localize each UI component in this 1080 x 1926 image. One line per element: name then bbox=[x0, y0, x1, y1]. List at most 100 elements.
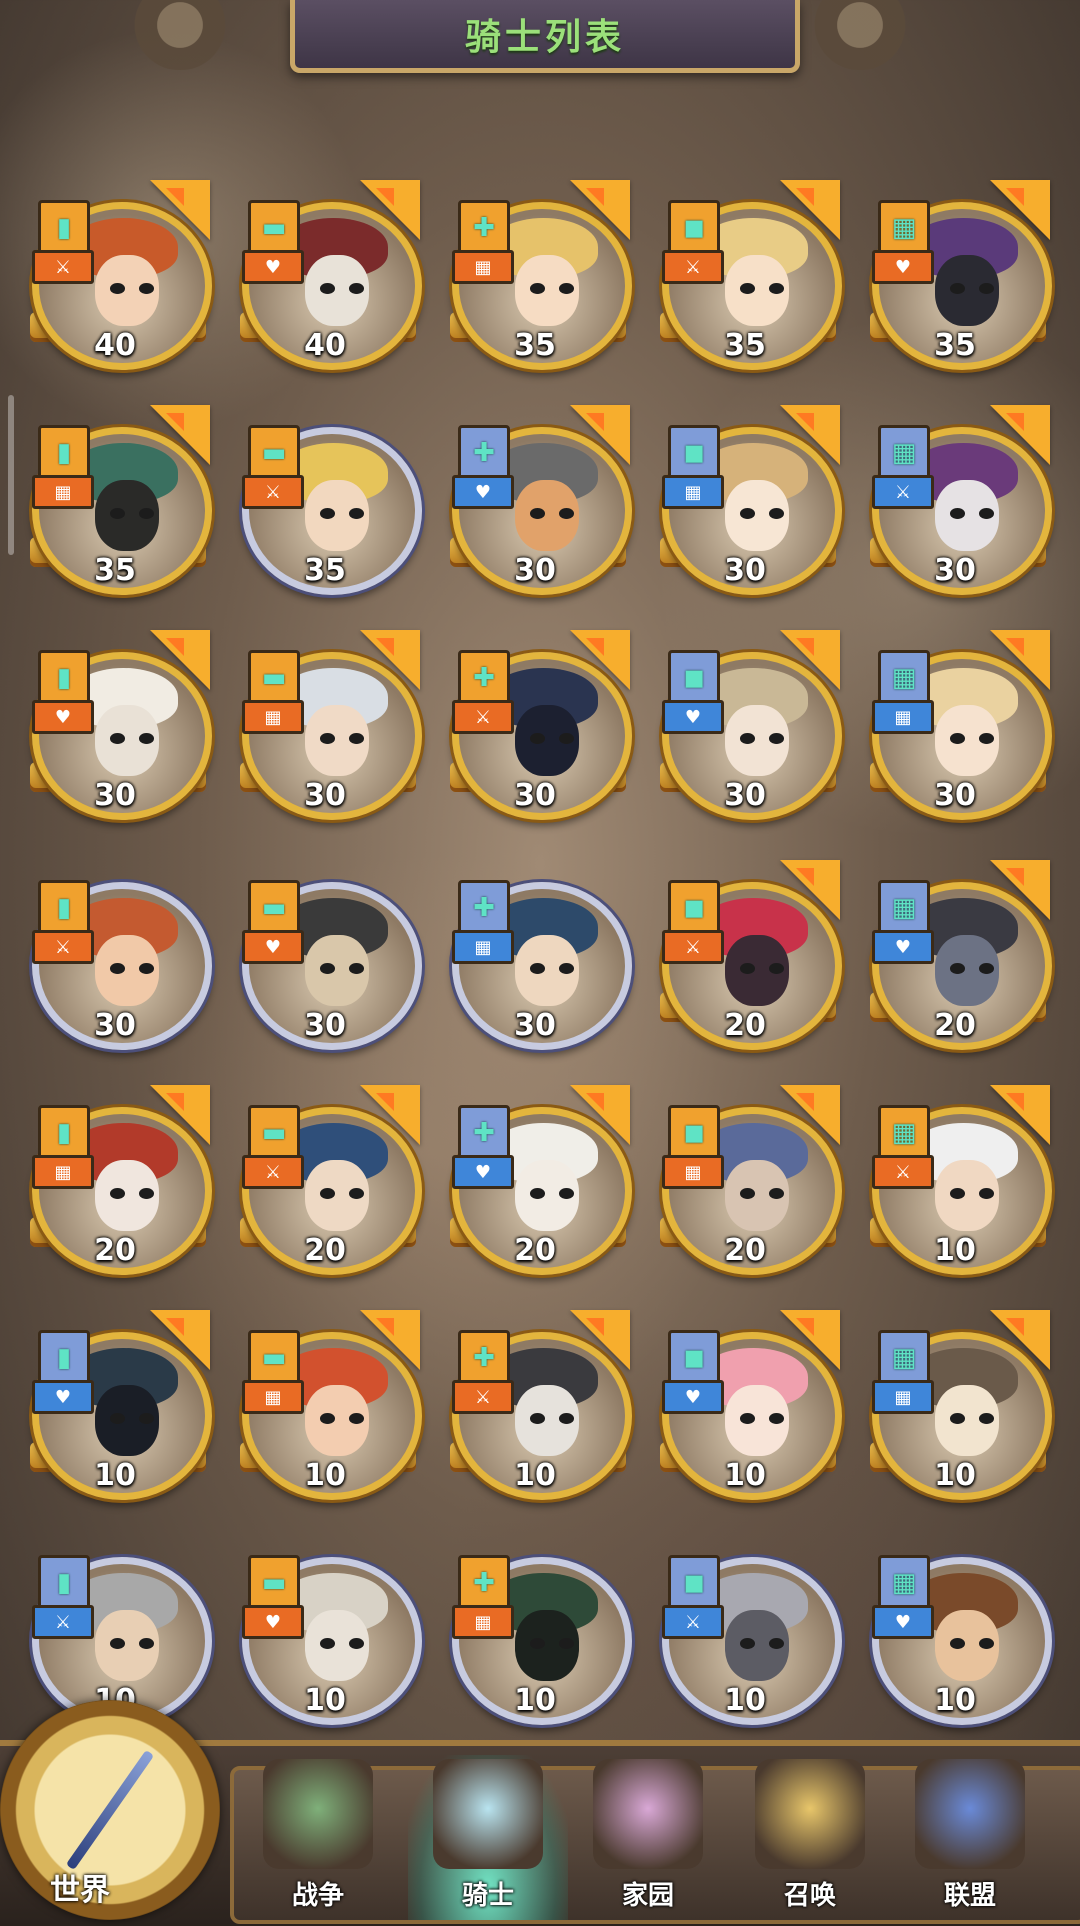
nav-tab-alliance-shield[interactable]: 联盟 bbox=[890, 1755, 1050, 1920]
knight-level: 10 bbox=[934, 1458, 976, 1493]
map-icon bbox=[263, 1759, 373, 1869]
knight-card[interactable]: ▮⚔10 bbox=[20, 1535, 220, 1725]
knight-card[interactable]: ✚ ▦ 30 bbox=[440, 860, 640, 1050]
formation-badge-icon: ▬ bbox=[248, 425, 300, 481]
formation-badge-icon: ✚ bbox=[458, 425, 510, 481]
formation-badge-icon: ◼ bbox=[668, 1555, 720, 1611]
knight-card[interactable]: ✚ ♥ 30 bbox=[440, 405, 640, 595]
knight-card[interactable]: ✚ ⚔ 30 bbox=[440, 630, 640, 820]
knight-card[interactable]: ✚ ▦ 10 bbox=[440, 1535, 640, 1725]
knight-card[interactable]: ▬ ♥ 40 bbox=[230, 180, 430, 370]
knight-card[interactable]: ▦ ⚔ 10 bbox=[860, 1085, 1060, 1275]
knight-card[interactable]: ▬ ♥ 10 bbox=[230, 1535, 430, 1725]
formation-badge-icon: ▬ bbox=[248, 880, 300, 936]
formation-badge-icon: ◼ bbox=[668, 1330, 720, 1386]
knight-card[interactable]: ▦ ⚔ 30 bbox=[860, 405, 1060, 595]
rarity-corner-icon bbox=[990, 860, 1050, 920]
knight-level: 20 bbox=[934, 1008, 976, 1043]
knight-card[interactable]: ▬ ▦ 30 bbox=[230, 630, 430, 820]
class-badge-icon: ▦ bbox=[452, 1605, 514, 1639]
knight-card[interactable]: ▬ ⚔ 20 bbox=[230, 1085, 430, 1275]
nav-tab-map[interactable]: 战争 bbox=[238, 1755, 398, 1920]
knight-card[interactable]: ◼ ♥ 10 bbox=[650, 1310, 850, 1500]
portrait-eye bbox=[978, 507, 994, 519]
formation-badge-icon: ▦ bbox=[878, 425, 930, 481]
rarity-corner-icon bbox=[360, 1085, 420, 1145]
portrait-eye bbox=[978, 1412, 994, 1424]
rarity-corner-icon bbox=[150, 630, 210, 690]
portrait-eye bbox=[558, 507, 574, 519]
portrait-eye bbox=[530, 732, 546, 744]
knight-card[interactable]: ▮ ▦ 35 bbox=[20, 405, 220, 595]
rarity-corner-icon bbox=[570, 180, 630, 240]
knight-card[interactable]: ✚ ♥ 20 bbox=[440, 1085, 640, 1275]
knight-card[interactable]: ▦ ▦ 30 bbox=[860, 630, 1060, 820]
knight-card[interactable]: ▦ ♥ 10 bbox=[860, 1535, 1060, 1725]
formation-shape-icon: ▦ bbox=[891, 663, 917, 693]
knight-level: 30 bbox=[934, 553, 976, 588]
knight-card[interactable]: ▦ ♥ 20 bbox=[860, 860, 1060, 1050]
knight-card[interactable]: ▮ ♥ 30 bbox=[20, 630, 220, 820]
formation-shape-icon: ◼ bbox=[683, 893, 705, 923]
portrait-eye bbox=[530, 962, 546, 974]
portrait-eye bbox=[740, 1637, 756, 1649]
rarity-corner-icon bbox=[570, 405, 630, 465]
knight-card[interactable]: ▦ ♥ 35 bbox=[860, 180, 1060, 370]
portrait-eye bbox=[320, 962, 336, 974]
formation-shape-icon: ▮ bbox=[56, 1568, 72, 1598]
portrait-eye bbox=[348, 1412, 364, 1424]
portrait-eye bbox=[740, 962, 756, 974]
portrait-eye bbox=[138, 1187, 154, 1199]
knight-card[interactable]: ◼ ♥ 30 bbox=[650, 630, 850, 820]
knight-card[interactable]: ▬ ⚔ 35 bbox=[230, 405, 430, 595]
formation-shape-icon: ◼ bbox=[683, 438, 705, 468]
rarity-corner-icon bbox=[570, 1310, 630, 1370]
knight-card[interactable]: ✚ ⚔ 10 bbox=[440, 1310, 640, 1500]
knight-card[interactable]: ◼ ⚔ 35 bbox=[650, 180, 850, 370]
formation-shape-icon: ✚ bbox=[473, 893, 495, 923]
class-badge-icon: ⚔ bbox=[662, 930, 724, 964]
formation-badge-icon: ◼ bbox=[668, 1105, 720, 1161]
portrait-eye bbox=[320, 282, 336, 294]
knight-card[interactable]: ✚ ▦ 35 bbox=[440, 180, 640, 370]
portrait-eye bbox=[950, 1187, 966, 1199]
portrait-eye bbox=[348, 962, 364, 974]
knight-card[interactable]: ▮ ⚔ 30 bbox=[20, 860, 220, 1050]
class-badge-icon: ♥ bbox=[452, 475, 514, 509]
portrait-eye bbox=[558, 1412, 574, 1424]
knight-level: 20 bbox=[94, 1233, 136, 1268]
knight-card[interactable]: ▦ ▦ 10 bbox=[860, 1310, 1060, 1500]
formation-badge-icon: ▮ bbox=[38, 1105, 90, 1161]
formation-shape-icon: ✚ bbox=[473, 1118, 495, 1148]
world-compass-button[interactable] bbox=[0, 1700, 220, 1920]
knight-card[interactable]: ◼ ▦ 30 bbox=[650, 405, 850, 595]
formation-shape-icon: ▮ bbox=[56, 663, 72, 693]
rarity-corner-icon bbox=[150, 1085, 210, 1145]
formation-shape-icon: ✚ bbox=[473, 1568, 495, 1598]
formation-badge-icon: ▮ bbox=[38, 425, 90, 481]
portrait-eye bbox=[348, 282, 364, 294]
knight-card[interactable]: ▮ ▦ 20 bbox=[20, 1085, 220, 1275]
knight-card[interactable]: ◼ ▦ 20 bbox=[650, 1085, 850, 1275]
class-badge-icon: ♥ bbox=[872, 250, 934, 284]
class-badge-icon: ♥ bbox=[242, 1605, 304, 1639]
portrait-eye bbox=[558, 282, 574, 294]
knight-card[interactable]: ◼ ⚔ 10 bbox=[650, 1535, 850, 1725]
knight-level: 10 bbox=[514, 1683, 556, 1718]
knight-card[interactable]: ▮ ⚔ 40 bbox=[20, 180, 220, 370]
knight-card[interactable]: ▬ ▦ 10 bbox=[230, 1310, 430, 1500]
rarity-corner-icon bbox=[990, 180, 1050, 240]
formation-badge-icon: ◼ bbox=[668, 425, 720, 481]
class-badge-icon: ▦ bbox=[662, 1155, 724, 1189]
formation-shape-icon: ◼ bbox=[683, 1568, 705, 1598]
portrait-eye bbox=[348, 1637, 364, 1649]
knight-level: 20 bbox=[724, 1008, 766, 1043]
portrait-eye bbox=[740, 1187, 756, 1199]
nav-tab-summon-altar[interactable]: 召唤 bbox=[730, 1755, 890, 1920]
nav-tab-gear-home[interactable]: 家园 bbox=[568, 1755, 728, 1920]
knight-card[interactable]: ▬ ♥ 30 bbox=[230, 860, 430, 1050]
nav-tab-knight-wizard[interactable]: 骑士 bbox=[408, 1755, 568, 1920]
knight-card[interactable]: ◼ ⚔ 20 bbox=[650, 860, 850, 1050]
knight-card[interactable]: ▮ ♥ 10 bbox=[20, 1310, 220, 1500]
knight-level: 30 bbox=[934, 778, 976, 813]
